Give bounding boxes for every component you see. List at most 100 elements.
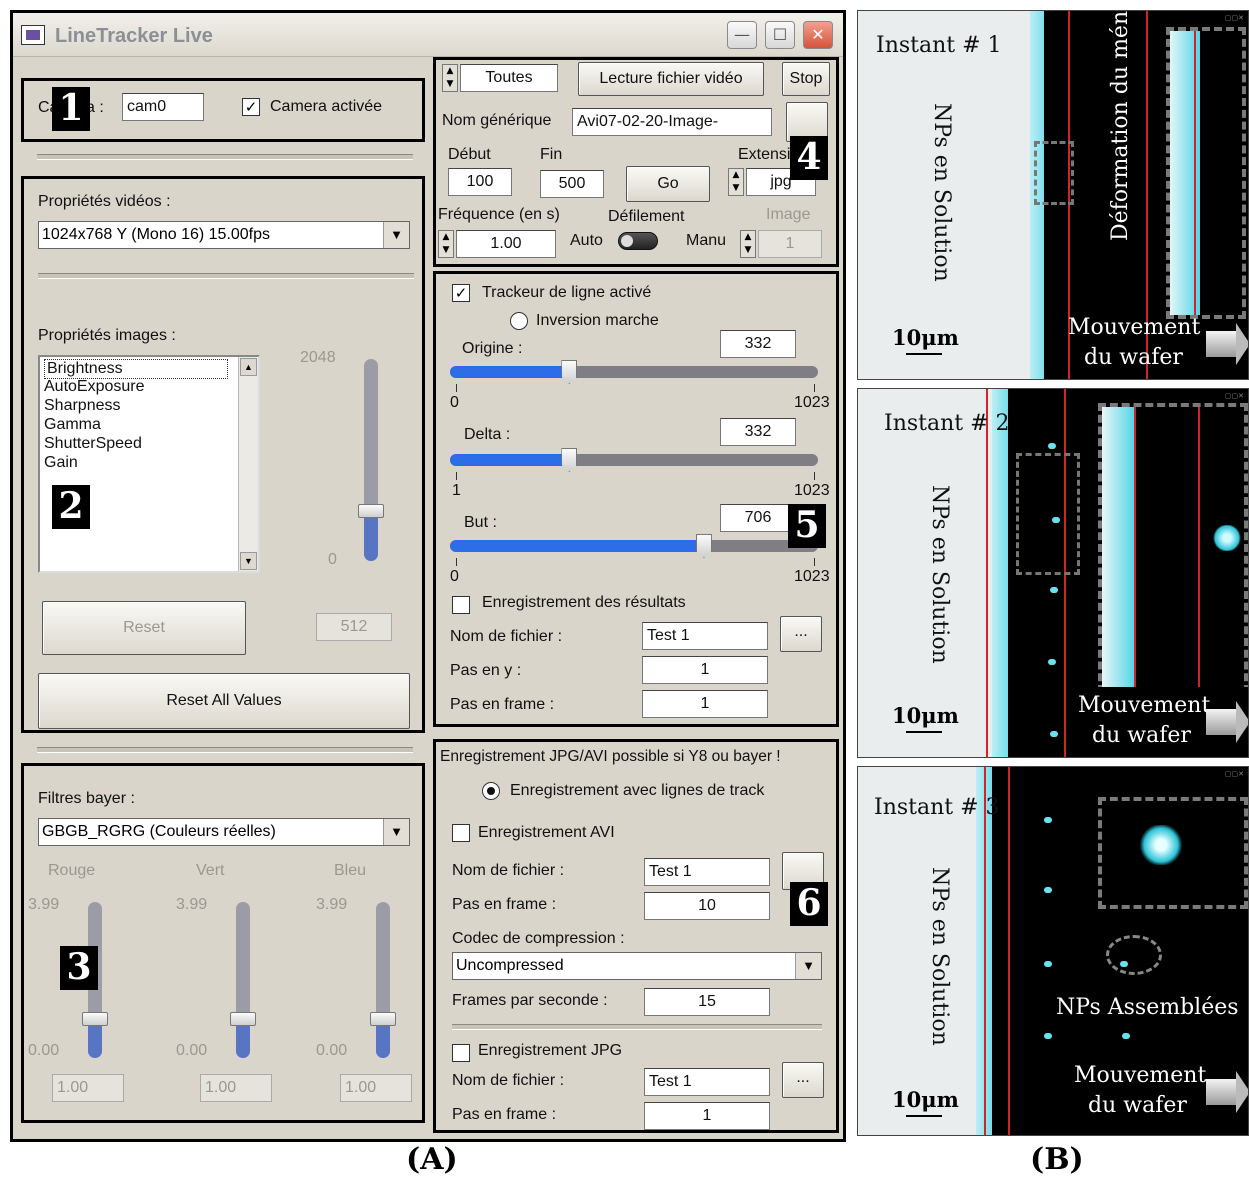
- chevron-down-icon[interactable]: ▼: [383, 819, 409, 845]
- delta-value[interactable]: 332: [720, 418, 796, 446]
- jpg-filename-input[interactable]: Test 1: [644, 1068, 770, 1096]
- image-slider-max: 2048: [300, 349, 336, 366]
- step-y-input[interactable]: 1: [642, 656, 768, 684]
- scroll-up-icon[interactable]: ▲: [240, 358, 257, 376]
- frequency-input[interactable]: 1.00: [456, 230, 556, 258]
- title-bar[interactable]: LineTracker Live — ☐ ✕: [13, 13, 843, 57]
- origin-label: Origine :: [462, 340, 523, 357]
- origin-slider[interactable]: [450, 360, 818, 384]
- blue-value[interactable]: 1.00: [340, 1074, 412, 1102]
- mode-value[interactable]: Toutes: [460, 64, 558, 92]
- avi-filename-input[interactable]: Test 1: [644, 858, 770, 886]
- filename-label: Nom de fichier :: [450, 628, 563, 645]
- jpg-browse-button[interactable]: ...: [782, 1062, 824, 1098]
- tracker-active-checkbox[interactable]: ✓: [452, 284, 470, 302]
- filename-input[interactable]: Test 1: [642, 622, 768, 650]
- instant-label: Instant # 1: [876, 33, 1002, 58]
- mode-spinner[interactable]: ▲ ▼: [442, 64, 458, 92]
- target-value[interactable]: 706: [720, 504, 796, 532]
- zoom-source-box: [1016, 453, 1080, 575]
- target-slider[interactable]: [450, 534, 818, 558]
- reset-button[interactable]: Reset: [42, 601, 246, 655]
- jpg-step-frame-input[interactable]: 1: [644, 1102, 770, 1130]
- reset-all-button[interactable]: Reset All Values: [38, 673, 410, 729]
- list-item[interactable]: AutoExposure: [44, 378, 145, 396]
- stop-button[interactable]: Stop: [782, 62, 830, 96]
- blue-slider[interactable]: [370, 902, 396, 1058]
- bayer-filter-select[interactable]: GBGB_RGRG (Couleurs réelles) ▼: [38, 818, 410, 846]
- minimize-button[interactable]: —: [727, 21, 757, 49]
- fps-input[interactable]: 15: [644, 988, 770, 1016]
- mini-window-controls: ▢▢✕: [1224, 392, 1244, 400]
- image-slider-thumb[interactable]: [358, 503, 384, 518]
- camera-enabled-checkbox[interactable]: ✓: [242, 98, 260, 116]
- chevron-down-icon[interactable]: ▼: [383, 222, 409, 248]
- image-slider[interactable]: [358, 359, 384, 561]
- end-input[interactable]: 500: [540, 170, 604, 198]
- scroll-down-icon[interactable]: ▼: [240, 552, 257, 570]
- jpg-checkbox[interactable]: [452, 1044, 470, 1062]
- red-value[interactable]: 1.00: [52, 1074, 124, 1102]
- list-item[interactable]: ShutterSpeed: [44, 435, 142, 453]
- codec-select[interactable]: Uncompressed ▼: [452, 952, 822, 980]
- list-item[interactable]: Sharpness: [44, 397, 121, 415]
- scale-label: 10μm: [892, 1087, 959, 1112]
- green-slider[interactable]: [230, 902, 256, 1058]
- close-button[interactable]: ✕: [803, 21, 833, 49]
- separator: [452, 1024, 822, 1030]
- extension-spinner[interactable]: ▲ ▼: [728, 168, 744, 196]
- browse-button[interactable]: ...: [780, 616, 822, 652]
- arrow-right-icon: [1206, 1071, 1248, 1113]
- bayer-filter-value: GBGB_RGRG (Couleurs réelles): [42, 823, 276, 840]
- delta-slider-thumb[interactable]: [561, 448, 578, 472]
- with-lines-radio[interactable]: [482, 782, 500, 800]
- badge-1: 1: [52, 87, 90, 131]
- inversion-radio[interactable]: [510, 312, 528, 330]
- image-input[interactable]: 1: [758, 230, 822, 258]
- image-slider-fill: [364, 510, 378, 561]
- list-item[interactable]: Gain: [44, 454, 78, 472]
- zoom-inset: [1098, 797, 1248, 909]
- read-video-button[interactable]: Lecture fichier vidéo: [578, 62, 764, 96]
- bayer-section: Filtres bayer : GBGB_RGRG (Couleurs réel…: [21, 763, 425, 1123]
- chevron-down-icon[interactable]: ▼: [795, 953, 821, 979]
- green-value[interactable]: 1.00: [200, 1074, 272, 1102]
- go-button[interactable]: Go: [626, 166, 710, 202]
- red-slider-thumb[interactable]: [82, 1012, 108, 1026]
- zoom-source-box: [1034, 141, 1074, 205]
- green-slider-thumb[interactable]: [230, 1012, 256, 1026]
- image-spinner[interactable]: ▲ ▼: [740, 230, 756, 258]
- avi-checkbox[interactable]: [452, 824, 470, 842]
- blue-slider-thumb[interactable]: [370, 1012, 396, 1026]
- tick: [814, 558, 815, 566]
- video-mode-select[interactable]: 1024x768 Y (Mono 16) 15.00fps ▼: [38, 221, 410, 249]
- caption-a: (A): [406, 1142, 458, 1177]
- save-results-checkbox[interactable]: [452, 596, 470, 614]
- origin-slider-thumb[interactable]: [561, 360, 578, 384]
- auto-manu-toggle[interactable]: [618, 232, 658, 250]
- inset-edge: [1102, 407, 1136, 689]
- target-slider-thumb[interactable]: [695, 534, 712, 558]
- mini-window-controls: ▢▢✕: [1224, 14, 1244, 22]
- micrograph-2: ▢▢✕ Instant # 2 NPs en Solution 10μm Mou…: [857, 388, 1249, 758]
- target-slider-fill: [450, 540, 704, 552]
- camera-input[interactable]: cam0: [122, 93, 204, 121]
- separator: [37, 154, 413, 160]
- list-item[interactable]: Gamma: [44, 416, 101, 434]
- frequency-spinner[interactable]: ▲ ▼: [438, 230, 454, 258]
- delta-slider[interactable]: [450, 448, 818, 472]
- step-frame-input[interactable]: 1: [642, 690, 768, 718]
- image-slider-value[interactable]: 512: [316, 613, 392, 641]
- origin-value[interactable]: 332: [720, 330, 796, 358]
- green-max: 3.99: [176, 896, 208, 913]
- start-input[interactable]: 100: [448, 168, 512, 196]
- origin-slider-fill: [450, 366, 570, 378]
- avi-step-frame-input[interactable]: 10: [644, 892, 770, 920]
- generic-name-input[interactable]: Avi07-02-20-Image-: [572, 108, 772, 136]
- channel-red-label: Rouge: [48, 862, 96, 879]
- wafer-edge: [992, 767, 1006, 1135]
- image-props-list[interactable]: Brightness AutoExposure Sharpness Gamma …: [38, 355, 260, 573]
- scrollbar[interactable]: ▲ ▼: [238, 357, 258, 571]
- list-item[interactable]: Brightness: [44, 359, 228, 379]
- maximize-button[interactable]: ☐: [765, 21, 795, 49]
